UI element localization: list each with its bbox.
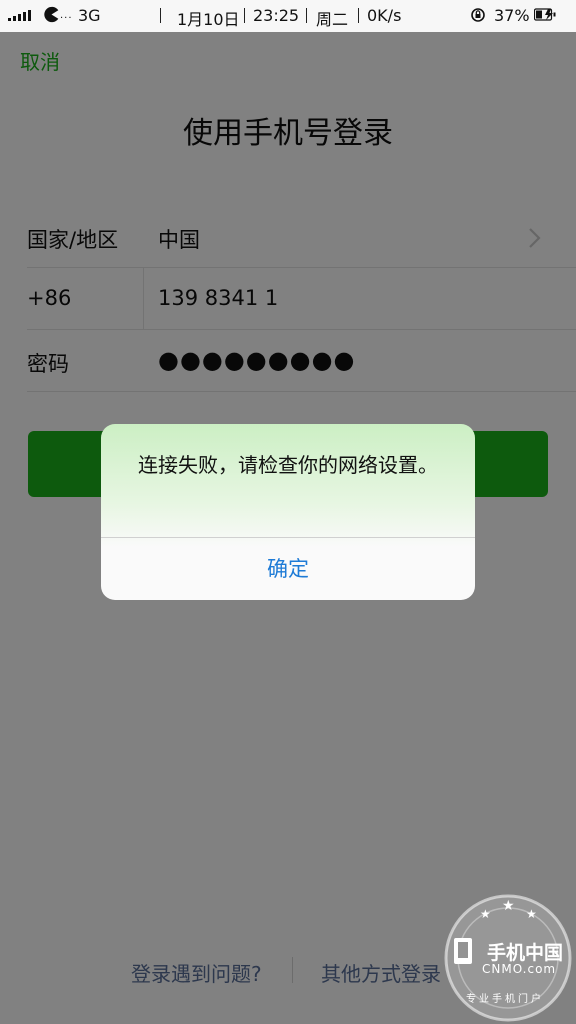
status-divider: [358, 8, 359, 23]
network-speed: 0K/s: [367, 6, 402, 25]
watermark-brand: 手机中国: [487, 942, 564, 964]
watermark-tagline: 专业手机门户: [466, 994, 544, 1005]
status-divider: [306, 8, 307, 23]
pacman-icon: [44, 6, 59, 23]
svg-text:★: ★: [526, 907, 537, 921]
status-divider: [244, 8, 245, 23]
status-date: 1月10日: [177, 10, 240, 29]
battery-percent: 37%: [494, 6, 530, 25]
network-error-alert: 连接失败，请检查你的网络设置。 确定: [101, 424, 475, 600]
network-type: 3G: [78, 6, 101, 25]
watermark-domain: CNMO.com: [482, 962, 557, 976]
svg-text:★: ★: [480, 907, 491, 921]
pacman-dots: ···: [60, 13, 73, 24]
alert-message: 连接失败，请检查你的网络设置。: [138, 453, 438, 477]
login-screen: ··· 3G 1月10日 23:25 周二 0K/s 37% 取消 使用手机号登…: [0, 0, 576, 1024]
signal-icon: [8, 9, 31, 21]
status-bar: ··· 3G 1月10日 23:25 周二 0K/s 37%: [0, 0, 576, 32]
status-weekday: 周二: [316, 10, 349, 29]
rotation-lock-icon: [471, 8, 485, 22]
status-time: 23:25: [253, 6, 300, 25]
alert-ok-button[interactable]: 确定: [101, 538, 475, 600]
battery-icon: [534, 8, 556, 21]
svg-text:★: ★: [502, 898, 515, 914]
status-divider: [160, 8, 161, 23]
